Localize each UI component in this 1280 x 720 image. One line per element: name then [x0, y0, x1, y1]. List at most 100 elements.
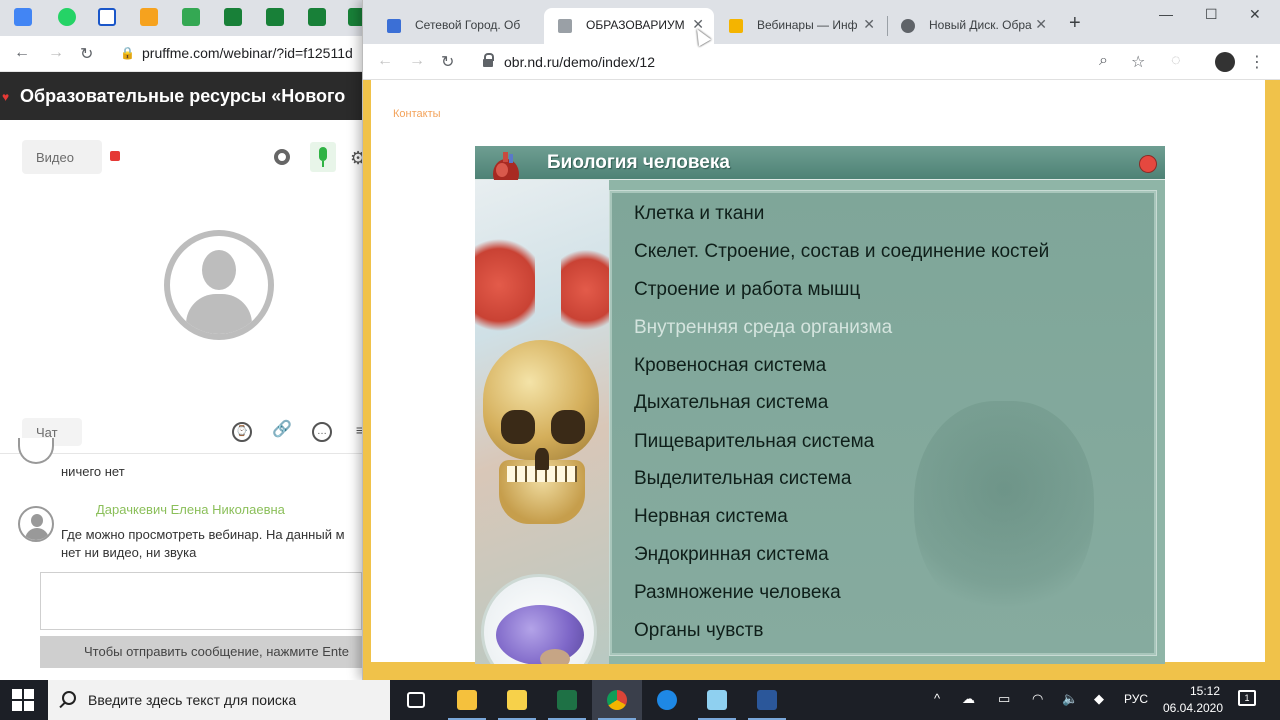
windows-start-icon[interactable] [12, 689, 34, 711]
menu-item-circulatory[interactable]: Кровеносная система [634, 355, 826, 377]
drive-tab-icon[interactable] [182, 8, 200, 26]
camera-icon[interactable] [274, 149, 290, 165]
menu-item-reproduction[interactable]: Размножение человека [634, 582, 841, 604]
menu-item-excretory[interactable]: Выделительная система [634, 468, 851, 490]
app-title: Биология человека [547, 152, 730, 173]
windows-taskbar: Введите здесь текст для поиска ^ ☁ ▭ ◠ 🔈… [0, 680, 1280, 720]
sheets-tab-icon-2[interactable] [266, 8, 284, 26]
volume-icon[interactable]: 🔈 [1062, 691, 1078, 707]
tab-setevoy-gorod[interactable]: Сетевой Город. Об [373, 8, 543, 44]
sticky-folder-icon[interactable] [492, 680, 542, 720]
notification-icon[interactable]: 1 [1238, 690, 1256, 706]
tab-webinars[interactable]: Вебинары — Инф ✕ [715, 8, 885, 44]
contacts-link[interactable]: Контакты [393, 108, 441, 120]
chat-message-input[interactable] [40, 572, 362, 630]
taskbar-search-box[interactable]: Введите здесь текст для поиска [48, 680, 390, 720]
message-avatar [18, 438, 54, 464]
search-icon [62, 691, 76, 705]
minimize-icon[interactable]: — [1159, 6, 1173, 22]
star-icon[interactable]: ☆ [1131, 52, 1145, 72]
back-arrow-icon[interactable]: ← [377, 52, 393, 70]
mail-ru-tab-icon[interactable] [140, 8, 158, 26]
mail-tab-icon[interactable] [98, 8, 116, 26]
sheets-tab-icon[interactable] [224, 8, 242, 26]
back-arrow-icon[interactable]: ← [14, 44, 30, 62]
menu-item-endocrine[interactable]: Эндокринная система [634, 544, 829, 566]
app-title-bar: Биология человека [475, 146, 1165, 189]
skull-illustration [479, 340, 605, 530]
menu-item-muscles[interactable]: Строение и работа мышц [634, 279, 860, 301]
reload-icon[interactable]: ↻ [441, 52, 454, 72]
menu-item-digestive[interactable]: Пищеварительная система [634, 431, 874, 453]
video-panel: Видео ⚙ [0, 120, 366, 410]
google-tab-icon[interactable] [14, 8, 32, 26]
new-tab-plus-icon[interactable]: + [1069, 12, 1081, 35]
back-url-text[interactable]: pruffme.com/webinar/?id=f12511d [142, 45, 353, 61]
webinar-header: ♥ Образовательные ресурсы «Нового [0, 72, 362, 120]
clock-time[interactable]: 15:12 [1172, 684, 1238, 698]
menu-item-skeleton[interactable]: Скелет. Строение, состав и соединение ко… [634, 241, 1049, 263]
webinar-title: Образовательные ресурсы «Нового [20, 86, 346, 106]
brain-illustration [481, 574, 597, 664]
clock-date[interactable]: 06.04.2020 [1158, 701, 1228, 715]
record-icon[interactable] [110, 151, 120, 161]
anatomy-illustration [475, 180, 611, 664]
forward-arrow-icon[interactable]: → [409, 52, 425, 70]
tab-favicon [729, 19, 743, 33]
comment-icon[interactable]: … [312, 422, 332, 442]
message-author[interactable]: Дарачкевич Елена Николаевна [96, 502, 285, 517]
language-indicator[interactable]: РУС [1124, 692, 1148, 706]
chrome-icon[interactable] [592, 680, 642, 720]
close-icon[interactable]: ✕ [863, 16, 875, 33]
tab-favicon [387, 19, 401, 33]
sheets-tab-icon-3[interactable] [308, 8, 326, 26]
tab-favicon [901, 19, 915, 33]
address-toolbar: ← → ↻ obr.nd.ru/demo/index/12 ⌕ ☆ ◌ ⋮ [363, 44, 1280, 80]
topic-menu: Клетка и ткани Скелет. Строение, состав … [609, 190, 1157, 656]
back-tab-bar [0, 0, 366, 36]
app-close-icon[interactable] [1139, 155, 1157, 173]
whatsapp-tab-icon[interactable] [58, 8, 76, 26]
microphone-icon[interactable] [310, 142, 336, 172]
message-text: Где можно просмотреть вебинар. На данный… [61, 527, 345, 542]
reload-icon[interactable]: ↻ [80, 44, 93, 64]
chat-send-bar[interactable]: Чтобы отправить сообщение, нажмите Ente [40, 636, 362, 668]
lungs-illustration [475, 230, 535, 340]
internet-explorer-icon[interactable] [642, 680, 692, 720]
notepad-icon[interactable] [692, 680, 742, 720]
word-icon[interactable] [742, 680, 792, 720]
maximize-icon[interactable]: ☐ [1205, 6, 1218, 23]
menu-item-respiratory[interactable]: Дыхательная система [634, 392, 828, 414]
address-bar[interactable]: obr.nd.ru/demo/index/12 [504, 54, 655, 70]
message-text: ничего нет [61, 464, 125, 479]
file-explorer-icon[interactable] [442, 680, 492, 720]
extension-icon[interactable] [1215, 52, 1235, 72]
wifi-icon[interactable]: ◠ [1032, 691, 1043, 707]
forward-arrow-icon[interactable]: → [48, 44, 64, 62]
task-view-icon[interactable] [392, 680, 442, 720]
chevron-up-icon[interactable]: ^ [934, 691, 940, 706]
clock-icon[interactable]: ⌚ [232, 422, 252, 442]
lock-icon[interactable] [483, 53, 494, 67]
link-icon[interactable]: 🔗 [272, 422, 292, 442]
webinar-browser-window[interactable]: ← → ↻ 🔒 pruffme.com/webinar/?id=f12511d … [0, 0, 366, 680]
menu-item-senses[interactable]: Органы чувств [634, 620, 763, 642]
message-avatar [18, 506, 54, 542]
menu-item-internal-environment[interactable]: Внутренняя среда организма [634, 317, 892, 339]
menu-item-nervous[interactable]: Нервная система [634, 506, 788, 528]
battery-icon[interactable]: ▭ [998, 691, 1010, 707]
close-icon[interactable]: ✕ [1035, 16, 1047, 33]
zoom-icon[interactable]: ⌕ [1099, 52, 1108, 70]
video-tab[interactable]: Видео [22, 140, 102, 174]
front-browser-window[interactable]: Сетевой Город. Об ОБРАЗОВАРИУМ ✕ Вебинар… [362, 0, 1280, 680]
message-text: нет ни видео, ни звука [61, 545, 197, 560]
menu-item-cell-tissues[interactable]: Клетка и ткани [634, 203, 764, 225]
tab-new-disk[interactable]: Новый Диск. Обра ✕ [887, 8, 1057, 44]
more-menu-icon[interactable]: ⋮ [1249, 52, 1265, 72]
onedrive-icon[interactable]: ☁ [962, 691, 975, 707]
excel-icon[interactable] [542, 680, 592, 720]
close-window-icon[interactable]: ✕ [1249, 6, 1261, 23]
dropbox-icon[interactable]: ◆ [1094, 691, 1104, 707]
chat-toolbar: Чат ⌚ 🔗 … ≡ [0, 410, 364, 454]
tab-obrazovarium[interactable]: ОБРАЗОВАРИУМ ✕ [544, 8, 714, 44]
